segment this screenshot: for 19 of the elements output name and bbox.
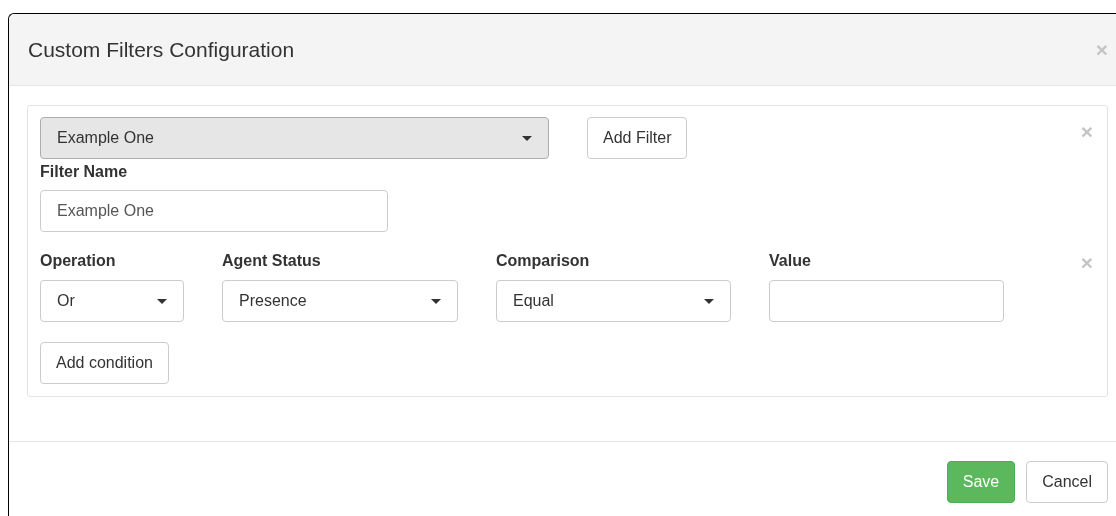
- field-label: Value: [769, 252, 812, 270]
- caret-icon: [157, 298, 167, 304]
- field-label: Operation: [40, 252, 117, 270]
- caret-icon: [431, 298, 441, 304]
- add-filter-button[interactable]: Add Filter: [587, 117, 688, 159]
- dropdown[interactable]: Example One: [40, 117, 549, 159]
- dropdown[interactable]: Equal: [496, 280, 731, 322]
- add-condition-button[interactable]: Add condition: [40, 342, 169, 384]
- filter-name-field[interactable]: Example One: [40, 190, 388, 232]
- field-label: Comparison: [496, 252, 591, 270]
- caret-icon: [522, 135, 532, 141]
- field-label: Agent Status: [222, 252, 322, 270]
- value-field[interactable]: [769, 280, 1004, 322]
- field-label: Filter Name: [40, 163, 129, 181]
- cancel-button[interactable]: Cancel: [1026, 461, 1108, 503]
- dropdown[interactable]: Or: [40, 280, 184, 322]
- dropdown[interactable]: Presence: [222, 280, 458, 322]
- caret-icon: [704, 298, 714, 304]
- dialog-title: Custom Filters Configuration: [28, 37, 295, 62]
